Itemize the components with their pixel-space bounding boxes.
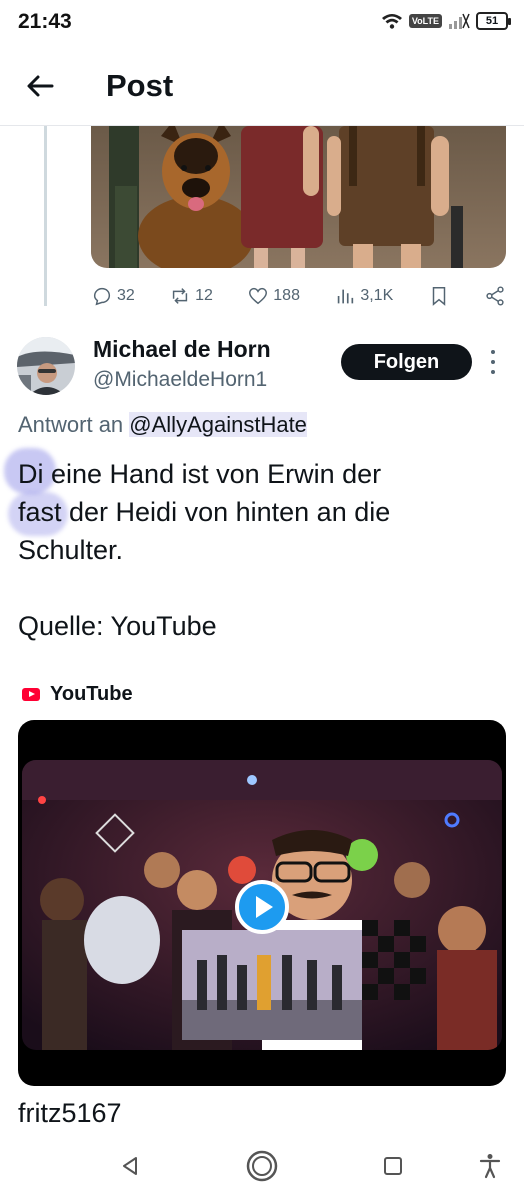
status-time: 21:43 — [18, 10, 72, 33]
accessibility-icon[interactable] — [470, 1148, 510, 1184]
square-recents-icon[interactable] — [373, 1148, 413, 1184]
repost-count: 12 — [195, 287, 213, 304]
views-count: 3,1K — [360, 287, 394, 304]
share-icon — [486, 286, 504, 306]
reply-to-line: Antwort an @AllyAgainstHate — [18, 412, 307, 438]
post-text: Di eine Hand ist von Erwin der fast der … — [18, 459, 391, 641]
previous-post-actions: 32 12 188 3,1K — [91, 282, 506, 310]
reply-count: 32 — [117, 287, 135, 304]
triangle-back-icon[interactable] — [110, 1148, 150, 1184]
more-options-icon[interactable] — [486, 350, 500, 374]
battery-icon: 51 — [476, 12, 511, 30]
battery-level: 51 — [485, 15, 499, 27]
author-name[interactable]: Michael de Horn — [93, 336, 271, 363]
page-title: Post — [106, 68, 174, 103]
repost-button[interactable]: 12 — [169, 285, 213, 307]
reply-icon — [93, 287, 111, 306]
reply-button[interactable]: 32 — [91, 285, 135, 307]
bookmark-button[interactable] — [428, 285, 450, 307]
reply-to-prefix: Antwort an — [18, 412, 130, 437]
thread-connector — [44, 126, 47, 306]
signal-icon — [449, 13, 470, 29]
follow-button[interactable]: Folgen — [341, 344, 472, 380]
status-icons: VoLTE 51 — [381, 12, 511, 30]
avatar-photo — [17, 337, 75, 395]
circle-home-icon[interactable] — [242, 1148, 282, 1184]
video-card[interactable] — [18, 720, 506, 1086]
dog-children-photo — [91, 126, 506, 268]
reply-to-mention[interactable]: @AllyAgainstHate — [129, 412, 307, 437]
share-button[interactable] — [484, 285, 506, 307]
like-button[interactable]: 188 — [247, 285, 300, 307]
next-post-author[interactable]: fritz5167 — [18, 1098, 122, 1129]
status-bar: 21:43 VoLTE 51 — [0, 0, 524, 44]
repost-icon — [172, 288, 188, 304]
volte-badge: VoLTE — [408, 14, 442, 28]
views-chart-icon — [338, 289, 354, 304]
avatar[interactable] — [17, 337, 75, 395]
author-handle[interactable]: @MichaeldeHorn1 — [93, 368, 267, 392]
wifi-icon — [381, 14, 402, 29]
top-app-bar: Post — [0, 44, 524, 126]
like-count: 188 — [273, 287, 300, 304]
views-button[interactable]: 3,1K — [334, 285, 393, 307]
link-source[interactable]: YouTube — [22, 683, 133, 706]
arrow-left-icon[interactable] — [24, 70, 56, 102]
bookmark-icon — [432, 287, 445, 306]
play-button-icon[interactable] — [235, 880, 289, 934]
heart-icon — [249, 287, 268, 305]
previous-post-image[interactable] — [91, 126, 506, 268]
link-source-label: YouTube — [50, 683, 133, 705]
youtube-icon — [22, 688, 40, 701]
system-navigation-bar — [0, 1134, 524, 1200]
